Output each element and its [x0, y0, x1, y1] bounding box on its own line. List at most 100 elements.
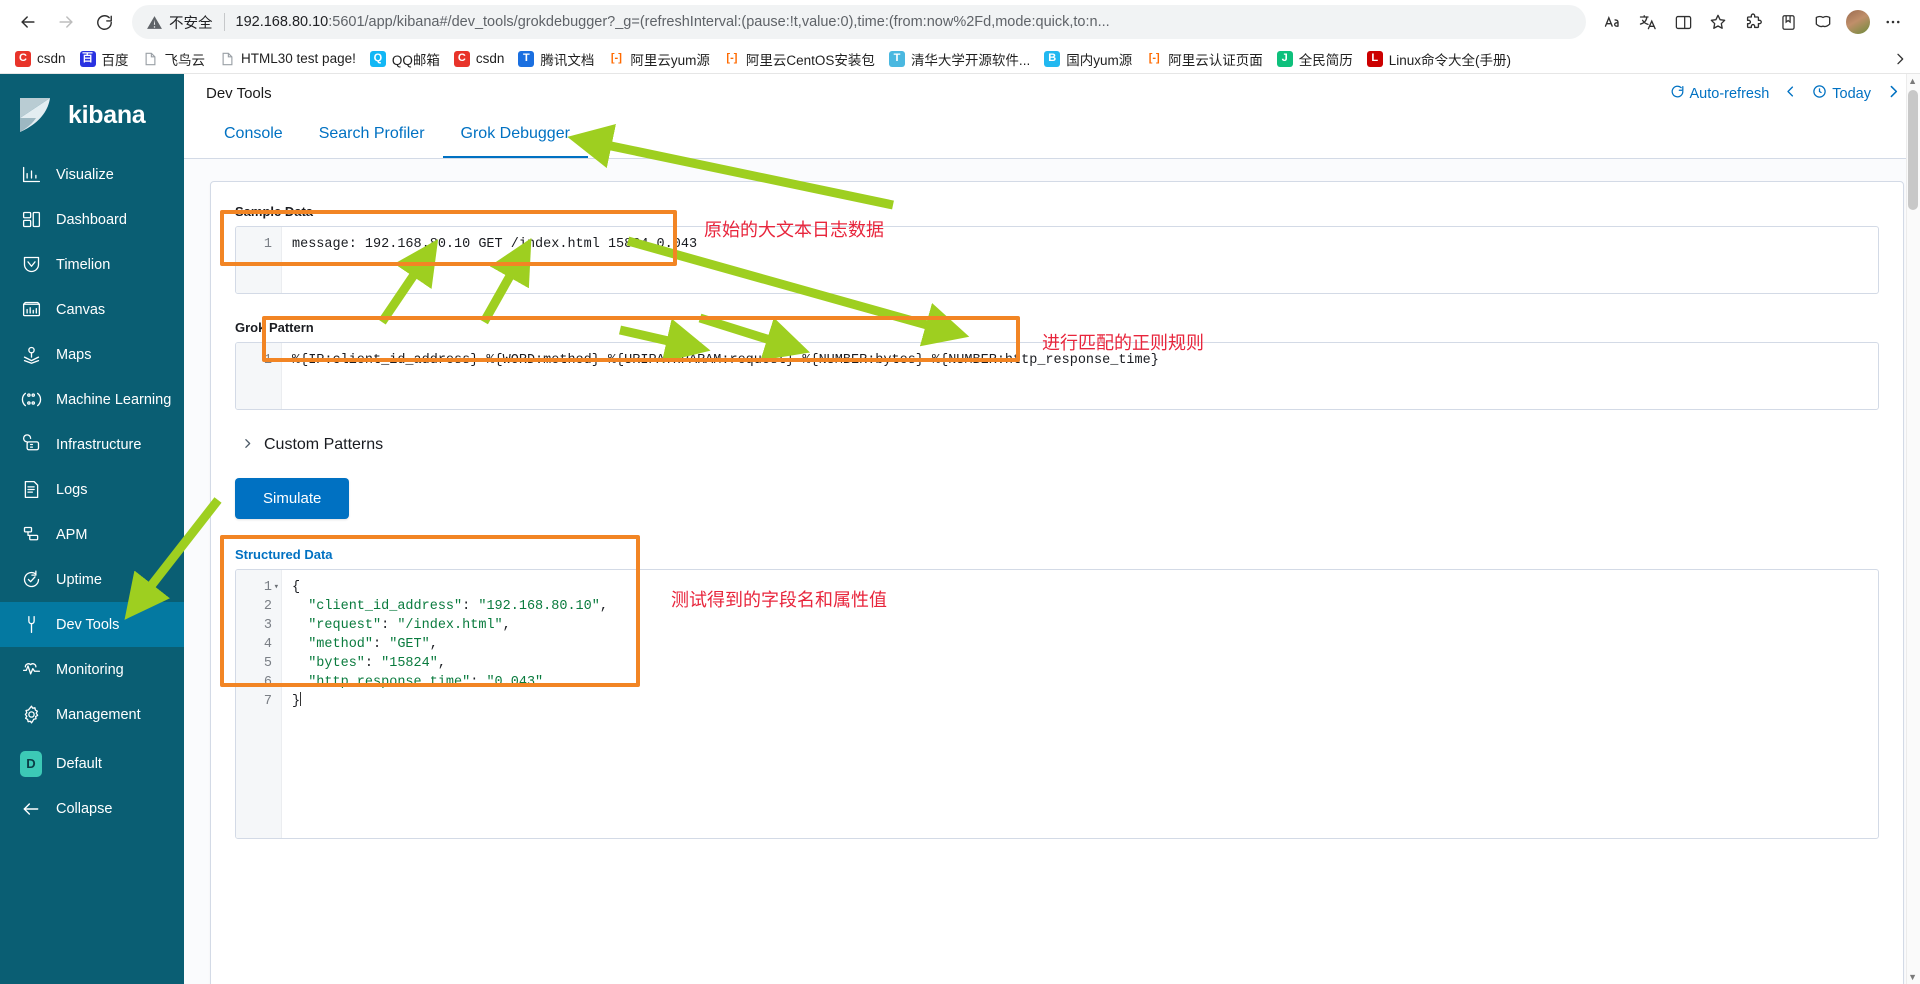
- bookmark-favicon-icon: [143, 51, 159, 67]
- favorite-star-icon[interactable]: [1701, 5, 1735, 39]
- arrow-left-icon: [20, 798, 42, 820]
- structured-data-label: Structured Data: [235, 547, 333, 563]
- sidebar-item-timelion[interactable]: Timelion: [0, 242, 184, 287]
- grok-pattern-gutter: 1: [236, 343, 282, 410]
- kibana-logo[interactable]: kibana: [0, 84, 184, 152]
- kibana-brand-label: kibana: [68, 100, 146, 129]
- sidebar-item-machine-learning[interactable]: Machine Learning: [0, 377, 184, 422]
- bookmark-item[interactable]: J 全民简历: [1270, 46, 1360, 72]
- tab-grok-debugger[interactable]: Grok Debugger: [442, 113, 588, 159]
- structured-data-line-4: "method": "GET",: [308, 637, 438, 653]
- sidebar-item-label: Monitoring: [56, 661, 124, 678]
- structured-data-line-5: "bytes": "15824",: [308, 656, 446, 672]
- collections-icon[interactable]: [1771, 5, 1805, 39]
- bookmarks-overflow-button[interactable]: [1888, 47, 1912, 71]
- bookmark-item[interactable]: L Linux命令大全(手册): [1360, 46, 1518, 72]
- custom-patterns-accordion[interactable]: Custom Patterns: [241, 436, 1879, 454]
- bookmark-favicon-icon: [-]: [1148, 52, 1160, 64]
- sidebar-item-space-default[interactable]: D Default: [0, 741, 184, 786]
- url-path: :5601/app/kibana#/dev_tools/grokdebugger…: [328, 14, 1110, 30]
- simulate-button[interactable]: Simulate: [235, 478, 350, 520]
- scrollbar-thumb[interactable]: [1908, 90, 1918, 210]
- profile-avatar[interactable]: [1841, 5, 1875, 39]
- sidebar-item-uptime[interactable]: Uptime: [0, 557, 184, 602]
- sidebar-item-label-default: Default: [56, 755, 102, 772]
- sidebar-item-visualize[interactable]: Visualize: [0, 152, 184, 197]
- grok-pattern-code[interactable]: %{IP:client_id_address} %{WORD:method} %…: [282, 343, 1878, 409]
- page-header: Dev Tools Auto-refresh Today: [184, 74, 1920, 114]
- sidebar-item-apm[interactable]: APM: [0, 512, 184, 557]
- bookmark-item[interactable]: Q QQ邮箱: [363, 46, 447, 72]
- tab-console[interactable]: Console: [206, 113, 301, 158]
- sample-data-code[interactable]: message: 192.168.80.10 GET /index.html 1…: [282, 227, 1878, 293]
- bookmark-label: 阿里云yum源: [630, 52, 710, 68]
- kibana-logo-icon: [18, 96, 56, 134]
- gear-icon: [20, 704, 42, 726]
- sidebar-item-label: Dashboard: [56, 211, 127, 228]
- monitoring-icon: [20, 659, 42, 681]
- kibana-app: kibana Visualize Dashboard Timelion Canvas M…: [0, 74, 1920, 984]
- sidebar-item-logs[interactable]: Logs: [0, 467, 184, 512]
- sidebar-item-infrastructure[interactable]: Infrastructure: [0, 422, 184, 467]
- extensions-icon[interactable]: [1736, 5, 1770, 39]
- sidebar-item-canvas[interactable]: Canvas: [0, 287, 184, 332]
- scroll-up-arrow-icon[interactable]: ▲: [1908, 76, 1917, 86]
- sidebar-item-maps[interactable]: Maps: [0, 332, 184, 377]
- sidebar-item-label: Uptime: [56, 571, 102, 588]
- bookmark-item[interactable]: Ccsdn: [8, 48, 73, 70]
- auto-refresh-button[interactable]: Auto-refresh: [1670, 84, 1769, 103]
- sidebar-item-label: Canvas: [56, 301, 106, 318]
- bookmark-item[interactable]: B 国内yum源: [1037, 46, 1139, 72]
- bookmark-item[interactable]: [-] 阿里云yum源: [601, 46, 717, 72]
- sample-data-editor[interactable]: 1 message: 192.168.80.10 GET /index.html…: [235, 226, 1879, 295]
- sidebar-item-monitoring[interactable]: Monitoring: [0, 647, 184, 692]
- time-next-button[interactable]: [1881, 83, 1906, 105]
- split-screen-icon[interactable]: [1666, 5, 1700, 39]
- time-prev-button[interactable]: [1779, 84, 1802, 104]
- bookmark-item[interactable]: [-] 阿里云认证页面: [1139, 46, 1270, 72]
- line-number: 5: [263, 656, 272, 672]
- sidebar-item-dashboard[interactable]: Dashboard: [0, 197, 184, 242]
- timelion-icon: [20, 254, 42, 276]
- vertical-scrollbar[interactable]: ▲ ▼: [1906, 74, 1920, 984]
- bookmark-item[interactable]: 百百度: [73, 46, 136, 72]
- bookmark-item[interactable]: T 清华大学开源软件...: [882, 46, 1037, 72]
- structured-data-line-6: "http_response_time": "0.043": [308, 675, 544, 691]
- logs-icon: [20, 479, 42, 501]
- structured-data-code[interactable]: { "client_id_address": "192.168.80.10", …: [282, 570, 1878, 838]
- sidebar-collapse-button[interactable]: Collapse: [0, 786, 184, 831]
- grok-pattern-label: Grok Pattern: [235, 320, 314, 336]
- browser-essentials-icon[interactable]: [1806, 5, 1840, 39]
- scroll-down-arrow-icon[interactable]: ▼: [1908, 972, 1917, 982]
- bookmark-item[interactable]: Ccsdn: [447, 48, 512, 70]
- sidebar-item-management[interactable]: Management: [0, 692, 184, 737]
- translate-icon[interactable]: [1631, 5, 1665, 39]
- sidebar-item-dev-tools[interactable]: Dev Tools: [0, 602, 184, 647]
- read-aloud-icon[interactable]: [1596, 5, 1630, 39]
- bookmark-item[interactable]: T 腾讯文档: [511, 46, 601, 72]
- grok-debugger-panel: Sample Data 1 message: 192.168.80.10 GET…: [210, 181, 1904, 984]
- bookmark-label: 清华大学开源软件...: [910, 52, 1031, 68]
- page-title: Dev Tools: [206, 85, 272, 103]
- time-range-button[interactable]: Today: [1812, 84, 1871, 103]
- reload-button[interactable]: [86, 4, 122, 40]
- apm-icon: [20, 524, 42, 546]
- forward-button[interactable]: [48, 4, 84, 40]
- tab-search-profiler[interactable]: Search Profiler: [301, 113, 443, 158]
- bookmark-item[interactable]: HTML30 test page!: [212, 48, 363, 70]
- back-button[interactable]: [10, 4, 46, 40]
- address-bar[interactable]: 不安全 192.168.80.10:5601/app/kibana#/dev_t…: [132, 5, 1586, 39]
- toolbar-icon-group: [1596, 5, 1910, 39]
- grok-pattern-editor[interactable]: 1 %{IP:client_id_address} %{WORD:method}…: [235, 342, 1879, 411]
- bookmark-label: 全民简历: [1298, 52, 1353, 68]
- space-badge-letter: D: [20, 750, 42, 777]
- structured-data-editor[interactable]: 1 2 3 4 5 6 7 { "client_id_address": "192.168.…: [235, 569, 1879, 840]
- bookmark-item[interactable]: 飞鸟云: [136, 46, 213, 72]
- bookmark-favicon-icon: [219, 51, 235, 67]
- bookmark-item[interactable]: [-] 阿里云CentOS安装包: [717, 46, 882, 72]
- content-scroll-area: Sample Data 1 message: 192.168.80.10 GET…: [184, 159, 1920, 984]
- bookmark-favicon-icon: T: [518, 50, 535, 67]
- browser-more-menu-icon[interactable]: [1876, 5, 1910, 39]
- line-number: 4: [263, 637, 272, 653]
- sidebar-item-label: APM: [56, 526, 88, 543]
